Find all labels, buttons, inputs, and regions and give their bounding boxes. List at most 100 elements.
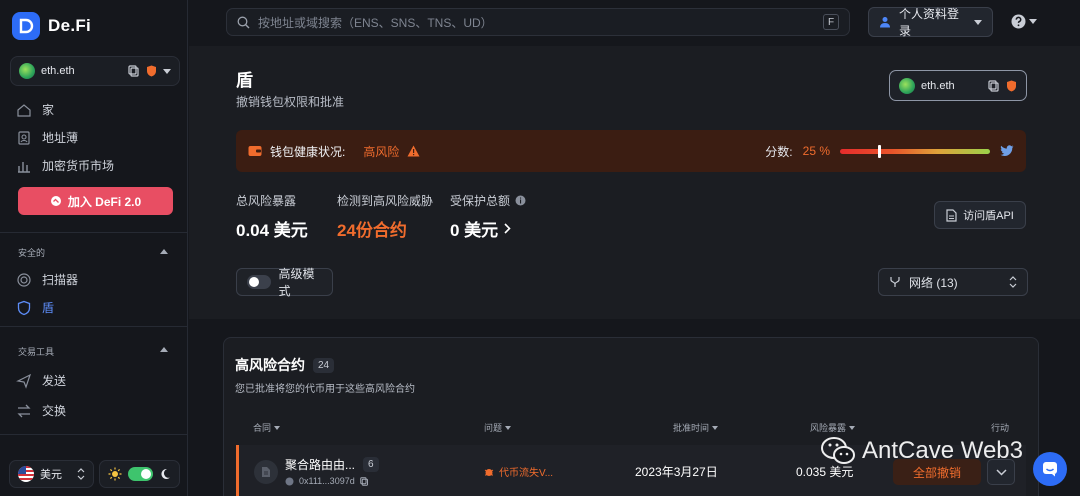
search-input[interactable]: 按地址或域搜索（ENS、SNS、TNS、UD） bbox=[258, 14, 815, 31]
wallet-health-banner: 钱包健康状况: 高风险 分数: 25 % bbox=[236, 130, 1026, 172]
advanced-mode-switch[interactable] bbox=[247, 275, 271, 289]
sidebar-item-home[interactable]: 家 bbox=[16, 101, 54, 118]
score-gauge-thumb bbox=[877, 144, 881, 158]
api-label: 访问盾API bbox=[963, 210, 1014, 222]
join-defi-button[interactable]: 加入 DeFi 2.0 bbox=[18, 187, 173, 215]
sidebar-item-label: 扫描器 bbox=[42, 273, 79, 287]
chat-support-button[interactable] bbox=[1033, 452, 1067, 486]
stat-value-threats: 24份合约 bbox=[337, 221, 407, 240]
sidebar-item-crypto-market[interactable]: 加密货币市场 bbox=[16, 157, 114, 174]
address-book-icon bbox=[16, 130, 32, 146]
sidebar-divider bbox=[0, 232, 188, 233]
shield-badge-icon bbox=[146, 65, 157, 77]
contract-badge: 6 bbox=[363, 457, 379, 472]
updown-icon bbox=[1009, 276, 1017, 288]
sort-icon bbox=[274, 425, 281, 430]
help-menu[interactable] bbox=[1011, 14, 1037, 29]
twitter-icon[interactable] bbox=[1000, 145, 1014, 157]
sort-icon bbox=[712, 425, 719, 430]
chevron-right-icon bbox=[504, 223, 511, 234]
advanced-mode-toggle[interactable]: 高级模式 bbox=[236, 267, 333, 298]
advanced-mode-label: 高级模式 bbox=[278, 267, 315, 298]
contract-document-icon bbox=[254, 460, 278, 484]
column-header-approval-time[interactable]: 批准时间 bbox=[673, 421, 719, 434]
wallet-icon bbox=[248, 145, 262, 157]
chain-icon bbox=[285, 477, 294, 486]
sidebar-item-scanner[interactable]: 扫描器 bbox=[16, 271, 78, 288]
bug-icon bbox=[484, 467, 494, 477]
avatar bbox=[19, 63, 35, 79]
contracts-subtitle: 您已批准将您的代币用于这些高风险合约 bbox=[235, 384, 415, 395]
send-icon bbox=[16, 373, 32, 389]
stat-label-total-exposure: 总风险暴露 bbox=[236, 194, 297, 208]
column-header-exposure[interactable]: 风险暴露 bbox=[810, 421, 856, 434]
search-bar[interactable]: 按地址或域搜索（ENS、SNS、TNS、UD） F bbox=[226, 8, 850, 36]
stat-value-total-exposure: 0.04 美元 bbox=[236, 221, 308, 240]
sun-icon bbox=[108, 467, 122, 481]
chevron-down-icon bbox=[995, 468, 1007, 476]
sidebar-item-label: 交换 bbox=[42, 404, 67, 418]
wallet-chip[interactable]: eth.eth bbox=[889, 70, 1027, 101]
bar-chart-icon bbox=[16, 158, 32, 174]
issue-text: 代币流失V... bbox=[499, 468, 554, 479]
sidebar-item-address-book[interactable]: 地址薄 bbox=[16, 129, 78, 146]
profile-login-button[interactable]: 个人资料登录 bbox=[868, 7, 993, 38]
us-flag-icon bbox=[18, 466, 34, 482]
warning-icon bbox=[407, 145, 420, 157]
chevron-up-icon[interactable] bbox=[160, 249, 168, 254]
column-header-issue[interactable]: 问题 bbox=[484, 421, 512, 434]
currency-label: 美元 bbox=[40, 469, 62, 481]
brand-logo[interactable]: De.Fi bbox=[12, 12, 91, 40]
info-icon[interactable] bbox=[515, 195, 526, 206]
column-header-label: 行动 bbox=[991, 423, 1010, 433]
sidebar-item-label: 加密货币市场 bbox=[42, 159, 115, 173]
copy-icon[interactable] bbox=[128, 65, 140, 77]
sidebar-item-shield[interactable]: 盾 bbox=[16, 299, 54, 316]
stat-label-threats: 检测到高风险威胁 bbox=[337, 194, 434, 208]
column-header-contract[interactable]: 合同 bbox=[253, 421, 281, 434]
shield-icon bbox=[16, 300, 32, 316]
column-header-label: 批准时间 bbox=[673, 423, 710, 433]
stat-label-protected: 受保护总额 bbox=[450, 194, 511, 208]
network-selector[interactable]: 网络 (13) bbox=[878, 268, 1028, 296]
login-label: 个人资料登录 bbox=[899, 7, 960, 38]
sidebar-item-send[interactable]: 发送 bbox=[16, 372, 66, 389]
search-shortcut-key: F bbox=[823, 14, 839, 30]
column-header-label: 问题 bbox=[484, 423, 503, 433]
chevron-down-icon bbox=[1029, 19, 1037, 24]
chat-icon bbox=[1042, 461, 1058, 477]
watermark-text: AntCave Web3 bbox=[862, 437, 1023, 464]
sidebar-item-swap[interactable]: 交换 bbox=[16, 402, 66, 419]
wechat-icon bbox=[820, 436, 856, 466]
score-gauge bbox=[840, 144, 990, 158]
sidebar-divider bbox=[0, 434, 188, 435]
contracts-title-text: 高风险合约 bbox=[235, 357, 305, 373]
contracts-count-badge: 24 bbox=[313, 357, 335, 373]
stat-protected-link[interactable]: 0 美元 bbox=[450, 216, 511, 241]
chevron-down-icon[interactable] bbox=[163, 68, 171, 74]
watermark: AntCave Web3 bbox=[820, 436, 1023, 466]
account-selector[interactable]: eth.eth bbox=[10, 56, 180, 86]
trade-tools-heading: 交易工具 bbox=[18, 347, 55, 357]
chevron-down-icon bbox=[974, 19, 982, 25]
contract-name: 聚合路由由... bbox=[285, 458, 356, 472]
copy-icon[interactable] bbox=[359, 476, 369, 486]
chevron-up-icon[interactable] bbox=[160, 347, 168, 352]
stat-value-protected: 0 美元 bbox=[450, 221, 499, 240]
theme-toggle[interactable] bbox=[99, 460, 180, 488]
contract-name-cell[interactable]: 聚合路由由... 6 bbox=[285, 456, 379, 473]
health-status: 高风险 bbox=[363, 144, 400, 159]
contract-address-cell: 0x111...3097d bbox=[285, 476, 369, 486]
shield-api-button[interactable]: 访问盾API bbox=[934, 201, 1026, 229]
health-label: 钱包健康状况: bbox=[270, 144, 346, 159]
sidebar-item-label: 家 bbox=[42, 103, 55, 117]
search-icon bbox=[237, 16, 250, 29]
score-label: 分数: bbox=[765, 144, 793, 159]
column-header-label: 风险暴露 bbox=[810, 423, 847, 433]
currency-selector[interactable]: 美元 bbox=[9, 460, 94, 488]
home-icon bbox=[16, 102, 32, 118]
moon-icon bbox=[159, 468, 171, 480]
theme-switch[interactable] bbox=[128, 467, 153, 481]
copy-icon[interactable] bbox=[988, 79, 1000, 92]
issue-cell[interactable]: 代币流失V... bbox=[484, 464, 553, 479]
